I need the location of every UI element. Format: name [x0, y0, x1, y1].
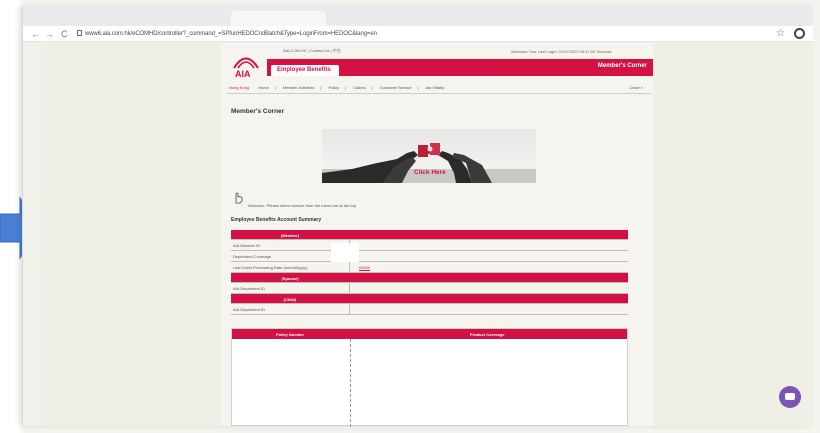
- pointer-hand-icon: [235, 192, 243, 204]
- product-coverage-header: Product Coverage: [470, 332, 505, 337]
- forward-button[interactable]: →: [45, 28, 54, 40]
- click-here-link[interactable]: Click Here: [414, 169, 446, 176]
- policy-header-row: Policy Number Product Coverage: [232, 329, 627, 339]
- table-row: Dependent Coverage: [231, 243, 628, 262]
- table-row: AIA Dependent ID: [231, 283, 628, 294]
- row-label: Last Claim Processing Date (mm/dd/yyyy): [233, 265, 308, 270]
- table-row: AIA Dependent ID: [231, 304, 628, 315]
- tab-strip: [23, 6, 813, 26]
- employee-benefits-tab[interactable]: Employee Benefits: [271, 65, 339, 76]
- policy-table: Policy Number Product Coverage: [231, 328, 628, 427]
- browser-tab[interactable]: [231, 11, 326, 26]
- menu-item-home[interactable]: Home: [258, 85, 269, 90]
- main-menu: Hong Kong Home | Member Activities | Polic…: [229, 85, 643, 90]
- last-login-text: Welcome Your Last Login: 01/07/2023 09:1…: [511, 49, 612, 54]
- site-page: AIA.COM.HK | Contact Us | 中文 Welcome You…: [221, 43, 653, 427]
- members-corner-heading: Member's Corner: [597, 63, 647, 69]
- browser-window: ← → C www6.aia.com.hk/eCOMHD/controller?…: [22, 6, 813, 427]
- page-viewport: AIA.COM.HK | Contact Us | 中文 Welcome You…: [41, 43, 813, 427]
- menu-item-aia-vitality[interactable]: Aia Vitality: [425, 85, 444, 90]
- redacted-box: [331, 243, 359, 262]
- menu-close-button[interactable]: Close ×: [629, 85, 643, 90]
- profile-avatar[interactable]: [794, 28, 805, 39]
- spouse-header: (Spouse): [281, 276, 299, 281]
- row-label: AIA Dependent ID: [233, 307, 266, 312]
- row-label: Dependent Coverage: [233, 254, 272, 259]
- child-header: (Child): [283, 297, 297, 302]
- menu-divider: [227, 93, 651, 94]
- menu-item-member-activities[interactable]: Member Activities: [283, 85, 314, 90]
- chat-button[interactable]: [779, 386, 801, 408]
- address-bar[interactable]: www6.aia.com.hk/eCOMHD/controller?_comma…: [85, 29, 377, 39]
- row-label: AIA Dependent ID: [233, 286, 266, 291]
- reload-button[interactable]: C: [61, 28, 68, 40]
- chat-icon: [785, 393, 795, 400]
- last-claim-date-link[interactable]: 00/0/0: [359, 265, 370, 270]
- child-header-row: (Child): [231, 294, 628, 304]
- table-row: AIA Member ID: [231, 240, 628, 251]
- menu-region: Hong Kong: [229, 85, 250, 90]
- policy-number-header: Policy Number: [276, 332, 305, 337]
- member-header-row: (Member): [231, 230, 628, 240]
- table-row: Last Claim Processing Date (mm/dd/yyyy) …: [231, 262, 628, 273]
- account-summary-table: (Member) AIA Member ID Dependent Coverag…: [231, 230, 628, 315]
- top-links[interactable]: AIA.COM.HK | Contact Us | 中文: [283, 48, 341, 54]
- member-header: (Member): [280, 233, 299, 238]
- column-divider: [350, 339, 351, 427]
- row-label: AIA Member ID: [233, 243, 261, 248]
- lock-icon: [77, 30, 82, 36]
- welcome-message: Welcome. Please select service from the …: [248, 203, 356, 208]
- summary-title: Employee Benefits Account Summary: [231, 217, 322, 223]
- menu-item-customer-service[interactable]: Customer Service: [380, 85, 412, 90]
- browser-toolbar: ← → C www6.aia.com.hk/eCOMHD/controller?…: [23, 26, 813, 42]
- bookmark-star-icon[interactable]: ☆: [776, 27, 785, 40]
- page-title: Member's Corner: [231, 108, 285, 115]
- back-button[interactable]: ←: [31, 28, 40, 40]
- menu-item-claims[interactable]: Claims: [353, 85, 365, 90]
- svg-text:AIA: AIA: [235, 69, 251, 79]
- aia-logo: AIA: [233, 57, 259, 79]
- screenshot-stage: ← → C www6.aia.com.hk/eCOMHD/controller?…: [0, 0, 820, 433]
- menu-item-policy[interactable]: Policy: [329, 85, 340, 90]
- product-header-bar: Employee Benefits Member's Corner: [267, 59, 653, 76]
- spouse-header-row: (Spouse): [231, 273, 628, 283]
